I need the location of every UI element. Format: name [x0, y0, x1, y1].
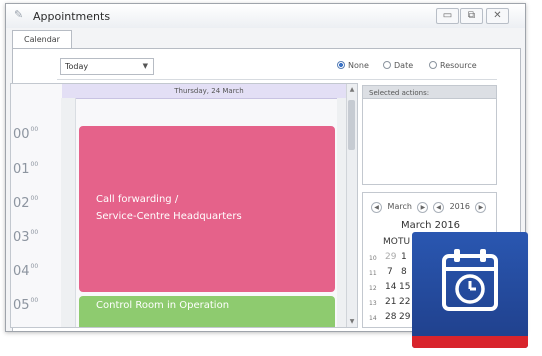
- calendar-day[interactable]: 14: [385, 282, 396, 292]
- week-number: 12: [369, 285, 377, 292]
- tab-calendar[interactable]: Calendar: [12, 30, 72, 49]
- hour-label: 0000: [13, 126, 39, 142]
- calendar-day[interactable]: 1: [401, 252, 407, 262]
- selected-actions-header: Selected actions:: [362, 85, 497, 99]
- week-number: 14: [369, 315, 377, 322]
- hour-label: 0200: [13, 195, 39, 211]
- day-header: Thursday, 24 March: [62, 84, 356, 99]
- date-select[interactable]: Today ▼: [60, 58, 154, 75]
- calendar-clock-icon: [442, 249, 498, 311]
- app-icon: ✎: [14, 8, 24, 21]
- hour-label: 0400: [13, 263, 39, 279]
- radio-none[interactable]: None: [337, 61, 369, 70]
- day-schedule-grid[interactable]: Thursday, 24 March 0000 0100 0200 0300 0…: [10, 83, 358, 328]
- scrollbar-thumb[interactable]: [348, 100, 355, 150]
- maximize-button[interactable]: ⧉: [460, 8, 483, 24]
- chevron-down-icon: ▼: [142, 62, 148, 70]
- week-number: 11: [369, 270, 377, 277]
- week-number: 10: [369, 255, 377, 262]
- calendar-day[interactable]: 21: [385, 297, 396, 307]
- radio-dot-icon: [337, 61, 345, 69]
- calendar-day[interactable]: 15: [399, 282, 410, 292]
- scroll-down-icon[interactable]: ▼: [347, 318, 357, 325]
- appointment-subtitle: Service-Centre Headquarters: [96, 211, 242, 222]
- calendar-nav: ◀ March ▶ ◀ 2016 ▶: [371, 202, 487, 213]
- appointment-title: Control Room in Operation: [96, 300, 230, 311]
- prev-year-icon[interactable]: ◀: [433, 202, 445, 213]
- calendar-day[interactable]: 29: [385, 252, 396, 262]
- calendar-day[interactable]: 28: [385, 312, 396, 322]
- calendar-day[interactable]: 29: [399, 312, 410, 322]
- radio-date[interactable]: Date: [383, 61, 413, 70]
- next-year-icon[interactable]: ▶: [475, 202, 487, 213]
- hour-label: 0500: [13, 297, 39, 313]
- toolbar-divider: [57, 79, 497, 80]
- week-number: 13: [369, 300, 377, 307]
- calendar-day[interactable]: 22: [399, 297, 410, 307]
- time-gutter: [61, 98, 76, 327]
- date-select-value: Today: [65, 62, 89, 71]
- weekday-header: MO: [383, 237, 398, 247]
- scroll-up-icon[interactable]: ▲: [347, 86, 357, 93]
- nav-month-label: March: [387, 202, 412, 211]
- appointment-title: Call forwarding /: [96, 194, 179, 205]
- prev-month-icon[interactable]: ◀: [371, 202, 382, 213]
- next-month-icon[interactable]: ▶: [417, 202, 429, 213]
- radio-date-label: Date: [394, 61, 414, 70]
- calendar-day[interactable]: 8: [401, 267, 407, 277]
- calendar-day[interactable]: 7: [387, 267, 393, 277]
- hour-label: 0100: [13, 161, 39, 177]
- schedule-scrollbar[interactable]: ▲ ▼: [346, 84, 357, 327]
- badge-accent-stripe: [412, 336, 528, 348]
- right-gutter: [337, 98, 346, 327]
- window-title: Appointments: [33, 10, 111, 23]
- radio-none-label: None: [348, 61, 369, 70]
- radio-resource-label: Resource: [440, 61, 477, 70]
- hour-label: 0300: [13, 229, 39, 245]
- radio-dot-icon: [383, 61, 391, 69]
- appointment-call-forwarding[interactable]: Call forwarding / Service-Centre Headqua…: [79, 126, 335, 292]
- selected-actions-list[interactable]: [362, 99, 497, 185]
- close-button[interactable]: ✕: [486, 8, 509, 24]
- minimize-button[interactable]: ▭: [436, 8, 459, 24]
- app-badge: [412, 232, 528, 348]
- radio-resource[interactable]: Resource: [429, 61, 477, 70]
- nav-year-label: 2016: [449, 202, 470, 211]
- title-bar: ✎ Appointments ▭ ⧉ ✕: [6, 4, 525, 28]
- weekday-header: TU: [398, 237, 411, 247]
- calendar-month-title: March 2016: [400, 220, 461, 231]
- radio-dot-icon: [429, 61, 437, 69]
- appointment-control-room[interactable]: Control Room in Operation: [79, 296, 335, 327]
